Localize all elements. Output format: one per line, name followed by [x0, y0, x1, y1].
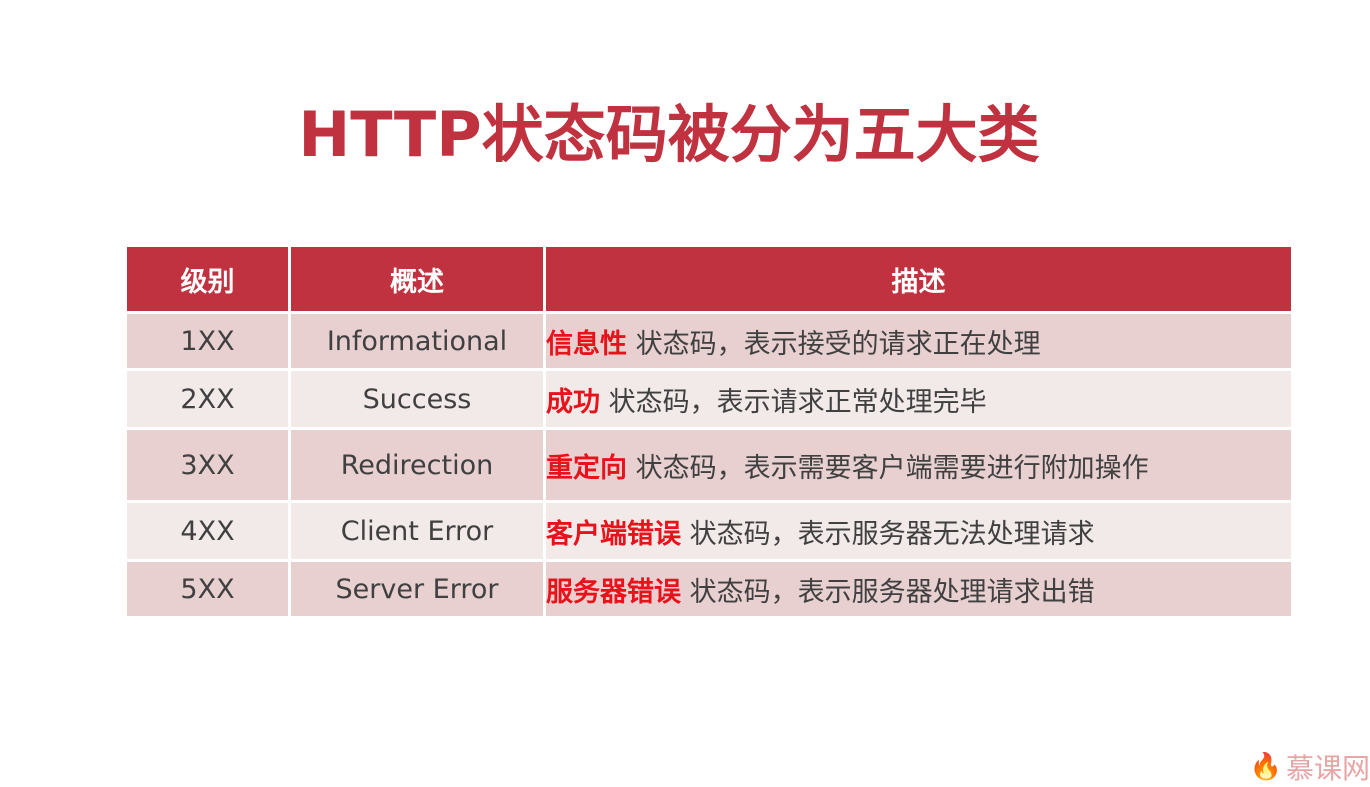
- header-summary: 概述: [288, 244, 546, 314]
- table-row: 2XX Success 成功 状态码，表示请求正常处理完毕: [124, 368, 1294, 430]
- description-text: 状态码，表示服务器处理请求出错: [681, 576, 1095, 608]
- cell-level: 1XX: [124, 311, 291, 371]
- cell-level: 3XX: [124, 427, 291, 503]
- watermark-logo: 🔥 慕课网: [1250, 747, 1370, 787]
- cell-level: 5XX: [124, 559, 291, 619]
- watermark-text: 慕课网: [1285, 752, 1370, 785]
- description-text: 状态码，表示接受的请求正在处理: [627, 328, 1041, 360]
- highlight-text: 信息性: [546, 328, 627, 360]
- page-title: HTTP状态码被分为五大类: [298, 98, 1040, 171]
- cell-description: 服务器错误 状态码，表示服务器处理请求出错: [543, 559, 1294, 619]
- cell-level: 4XX: [124, 500, 291, 562]
- cell-description: 客户端错误 状态码，表示服务器无法处理请求: [543, 500, 1294, 562]
- cell-summary: Client Error: [288, 500, 546, 562]
- flame-icon: 🔥: [1249, 752, 1282, 782]
- table-row: 3XX Redirection 重定向 状态码，表示需要客户端需要进行附加操作: [124, 427, 1294, 503]
- table-row: 4XX Client Error 客户端错误 状态码，表示服务器无法处理请求: [124, 500, 1294, 562]
- table-row: 1XX Informational 信息性 状态码，表示接受的请求正在处理: [124, 311, 1294, 371]
- cell-summary: Server Error: [288, 559, 546, 619]
- description-text: 状态码，表示请求正常处理完毕: [600, 386, 987, 418]
- header-level: 级别: [124, 244, 291, 314]
- cell-description: 成功 状态码，表示请求正常处理完毕: [543, 368, 1294, 430]
- description-text: 状态码，表示服务器无法处理请求: [681, 518, 1095, 550]
- highlight-text: 成功: [546, 386, 600, 418]
- cell-description: 重定向 状态码，表示需要客户端需要进行附加操作: [543, 427, 1294, 503]
- highlight-text: 客户端错误: [546, 518, 681, 550]
- status-code-table: 级别 概述 描述 1XX Informational 信息性 状态码，表示接受的…: [124, 244, 1294, 619]
- cell-description: 信息性 状态码，表示接受的请求正在处理: [543, 311, 1294, 371]
- cell-level: 2XX: [124, 368, 291, 430]
- header-description: 描述: [543, 244, 1294, 314]
- table-row: 5XX Server Error 服务器错误 状态码，表示服务器处理请求出错: [124, 559, 1294, 619]
- cell-summary: Redirection: [288, 427, 546, 503]
- table-header-row: 级别 概述 描述: [124, 244, 1294, 314]
- cell-summary: Success: [288, 368, 546, 430]
- cell-summary: Informational: [288, 311, 546, 371]
- highlight-text: 重定向: [546, 452, 627, 484]
- highlight-text: 服务器错误: [546, 576, 681, 608]
- description-text: 状态码，表示需要客户端需要进行附加操作: [627, 452, 1149, 484]
